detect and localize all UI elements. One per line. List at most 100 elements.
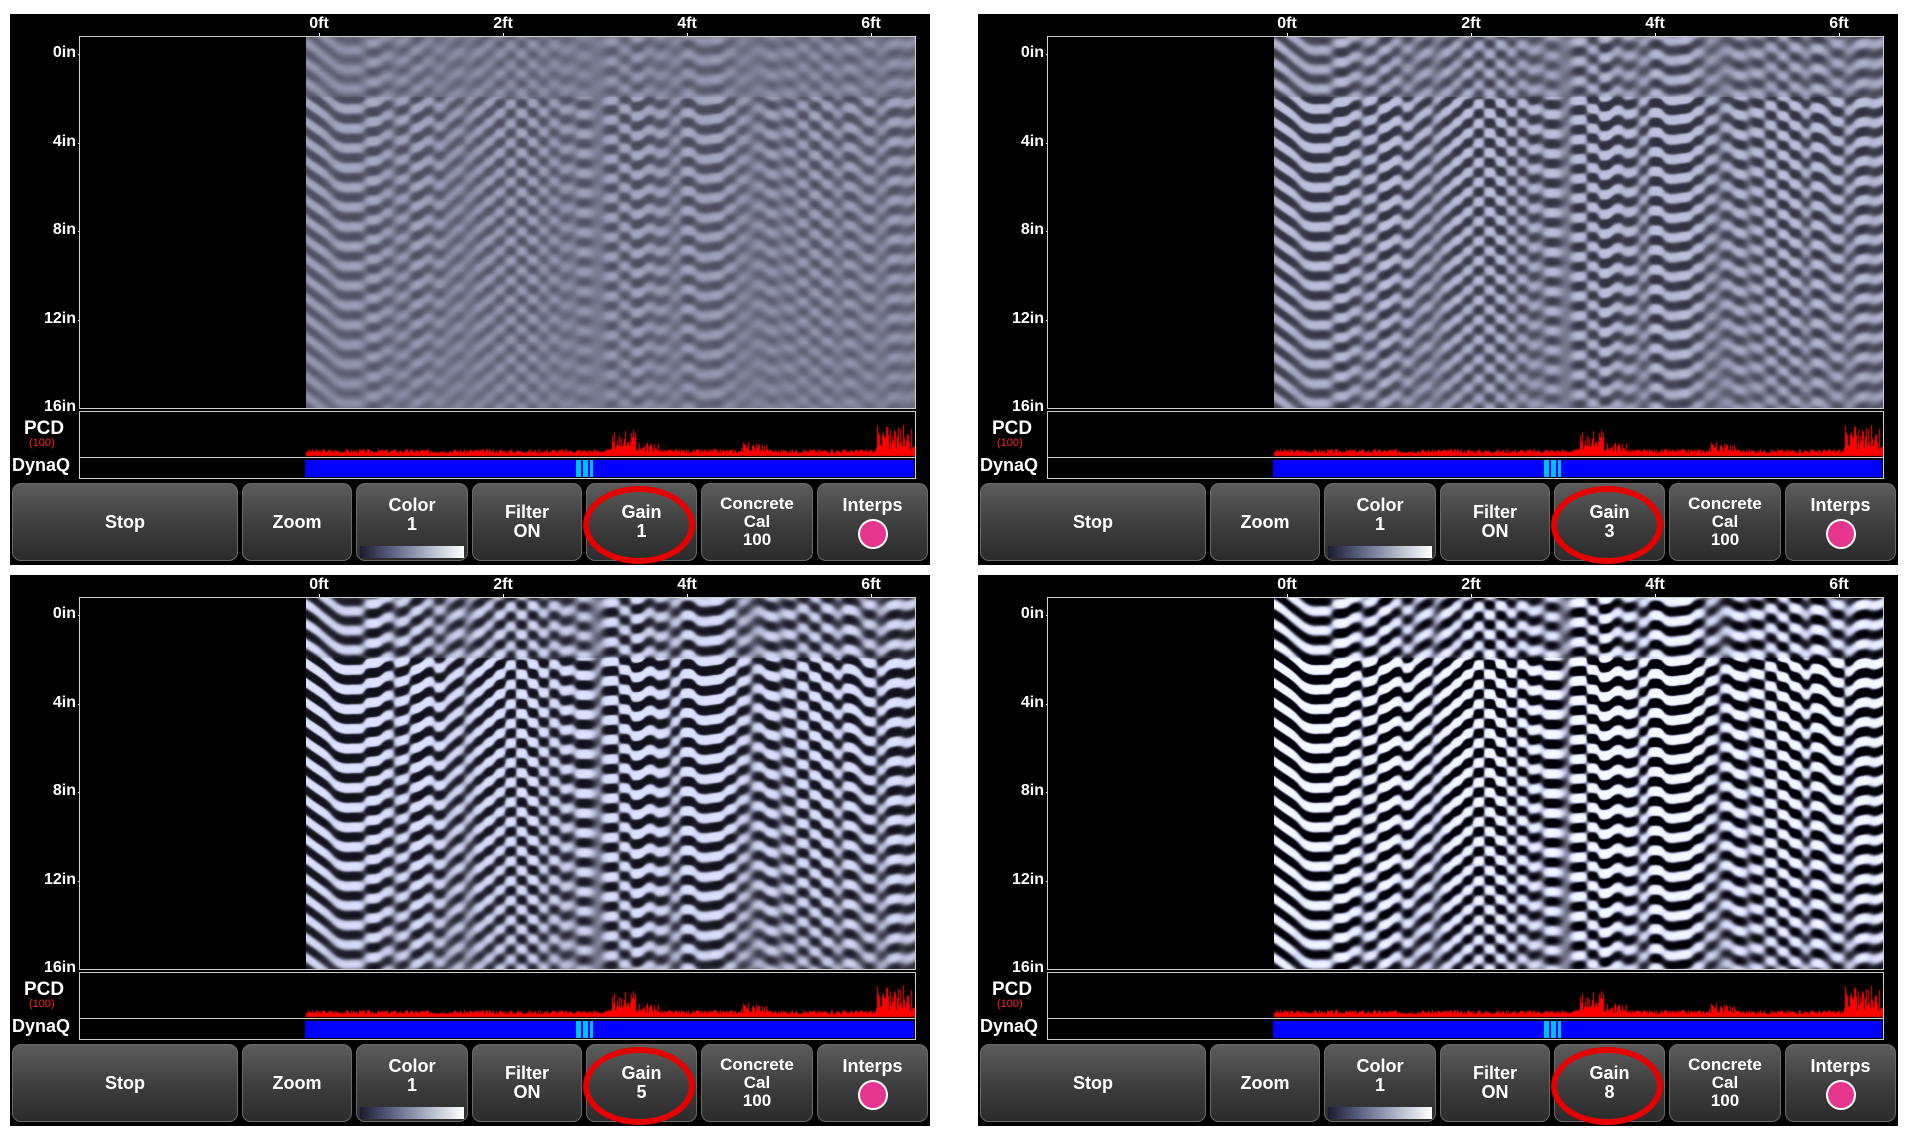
dynaq-marker xyxy=(583,460,588,477)
ruler-label-6ft: 6ft xyxy=(1829,576,1849,593)
dynaq-marker xyxy=(1558,1021,1561,1038)
color-button[interactable]: Color 1 xyxy=(1324,1044,1436,1122)
interps-button[interactable]: Interps xyxy=(1785,483,1896,561)
depth-label-12in: 12in xyxy=(43,871,76,888)
dynaq-marker xyxy=(1544,1021,1549,1038)
depth-label-4in: 4in xyxy=(1020,694,1044,711)
depth-label-4in: 4in xyxy=(1020,133,1044,150)
gain-value: 1 xyxy=(636,521,647,541)
concrete-cal-button[interactable]: Concrete Cal 100 xyxy=(701,483,813,561)
depth-label-16in: 16in xyxy=(43,959,76,976)
radargram-scan-image xyxy=(1274,598,1883,969)
radargram-plot[interactable] xyxy=(79,597,916,970)
depth-label-4in: 4in xyxy=(52,133,76,150)
dynaq-marker xyxy=(1558,460,1561,477)
filter-button[interactable]: Filter ON xyxy=(1440,483,1550,561)
pcd-strip xyxy=(1047,972,1884,1018)
dynaq-strip xyxy=(79,1018,916,1040)
concrete-cal-button[interactable]: Concrete Cal 100 xyxy=(1669,1044,1781,1122)
depth-label-16in: 16in xyxy=(43,398,76,415)
pcd-sub-label: (100) xyxy=(997,998,1023,1010)
radargram-plot[interactable] xyxy=(79,36,916,409)
pcd-bar-graph xyxy=(1048,973,1883,1018)
depth-label-16in: 16in xyxy=(1011,959,1044,976)
depth-label-8in: 8in xyxy=(52,221,76,238)
dynaq-marker xyxy=(1551,1021,1556,1038)
zoom-button[interactable]: Zoom xyxy=(242,1044,352,1122)
bottom-toolbar: Stop Zoom Color 1 Filter ON Gain 1 Concrete… xyxy=(10,481,930,565)
interps-button[interactable]: Interps xyxy=(817,483,928,561)
pcd-bar-graph xyxy=(1048,412,1883,457)
distance-ruler: 0ft 2ft 4ft 6ft xyxy=(10,575,930,603)
interps-indicator-dot xyxy=(1825,518,1856,549)
dynaq-label: DynaQ xyxy=(12,455,71,475)
ruler-label-6ft: 6ft xyxy=(861,576,881,593)
filter-button[interactable]: Filter ON xyxy=(1440,1044,1550,1122)
dynaq-strip xyxy=(79,457,916,479)
gain-value: 3 xyxy=(1604,521,1615,541)
gain-button[interactable]: Gain 5 xyxy=(586,1044,697,1122)
ruler-label-0ft: 0ft xyxy=(309,576,329,593)
dynaq-label: DynaQ xyxy=(980,455,1039,475)
radargram-plot[interactable] xyxy=(1047,36,1884,409)
depth-label-8in: 8in xyxy=(1020,221,1044,238)
stop-button[interactable]: Stop xyxy=(12,1044,238,1122)
stop-button[interactable]: Stop xyxy=(980,483,1206,561)
color-scale-bar xyxy=(1328,1107,1432,1119)
pcd-label: PCD xyxy=(24,418,65,439)
concrete-cal-button[interactable]: Concrete Cal 100 xyxy=(701,1044,813,1122)
dynaq-marker xyxy=(576,460,581,477)
bottom-toolbar: Stop Zoom Color 1 Filter ON Gain 8 Concrete… xyxy=(978,1042,1898,1126)
stop-button[interactable]: Stop xyxy=(980,1044,1206,1122)
ruler-label-6ft: 6ft xyxy=(1829,15,1849,32)
pcd-sub-label: (100) xyxy=(29,437,55,449)
zoom-button[interactable]: Zoom xyxy=(1210,1044,1320,1122)
ruler-label-0ft: 0ft xyxy=(309,15,329,32)
radargram-scan-image xyxy=(306,37,915,408)
pcd-label: PCD xyxy=(24,979,65,1000)
ruler-label-0ft: 0ft xyxy=(1277,15,1297,32)
pcd-bar-graph xyxy=(80,973,915,1018)
pcd-strip xyxy=(79,411,916,457)
gpr-screen-panel-3: 0ft 2ft 4ft 6ft 0in 4in 8in 12in 16in PC… xyxy=(10,575,930,1126)
gain-value: 5 xyxy=(636,1082,647,1102)
color-button[interactable]: Color 1 xyxy=(356,483,468,561)
ruler-label-2ft: 2ft xyxy=(493,15,513,32)
depth-label-0in: 0in xyxy=(52,44,76,61)
pcd-label: PCD xyxy=(992,418,1033,439)
depth-label-12in: 12in xyxy=(1011,310,1044,327)
radargram-plot[interactable] xyxy=(1047,597,1884,970)
concrete-cal-button[interactable]: Concrete Cal 100 xyxy=(1669,483,1781,561)
gain-button[interactable]: Gain 8 xyxy=(1554,1044,1665,1122)
distance-ruler: 0ft 2ft 4ft 6ft xyxy=(10,14,930,42)
depth-label-12in: 12in xyxy=(1011,871,1044,888)
ruler-label-4ft: 4ft xyxy=(1645,15,1665,32)
dynaq-marker xyxy=(583,1021,588,1038)
interps-indicator-dot xyxy=(857,1079,888,1110)
ruler-label-2ft: 2ft xyxy=(1461,576,1481,593)
gain-value: 8 xyxy=(1604,1082,1615,1102)
zoom-button[interactable]: Zoom xyxy=(242,483,352,561)
depth-label-8in: 8in xyxy=(1020,782,1044,799)
dynaq-label: DynaQ xyxy=(12,1016,71,1036)
pcd-sub-label: (100) xyxy=(29,998,55,1010)
color-button[interactable]: Color 1 xyxy=(1324,483,1436,561)
ruler-label-2ft: 2ft xyxy=(1461,15,1481,32)
interps-button[interactable]: Interps xyxy=(817,1044,928,1122)
gain-button[interactable]: Gain 3 xyxy=(1554,483,1665,561)
filter-button[interactable]: Filter ON xyxy=(472,1044,582,1122)
dynaq-marker xyxy=(576,1021,581,1038)
interps-button[interactable]: Interps xyxy=(1785,1044,1896,1122)
radargram-scan-image xyxy=(1274,37,1883,408)
stop-button[interactable]: Stop xyxy=(12,483,238,561)
gain-button[interactable]: Gain 1 xyxy=(586,483,697,561)
depth-label-0in: 0in xyxy=(52,605,76,622)
depth-label-0in: 0in xyxy=(1020,605,1044,622)
filter-button[interactable]: Filter ON xyxy=(472,483,582,561)
color-button[interactable]: Color 1 xyxy=(356,1044,468,1122)
ruler-label-2ft: 2ft xyxy=(493,576,513,593)
gpr-screen-panel-2: 0ft 2ft 4ft 6ft 0in 4in 8in 12in 16in PC… xyxy=(978,14,1898,565)
color-scale-bar xyxy=(360,546,464,558)
ruler-label-6ft: 6ft xyxy=(861,15,881,32)
zoom-button[interactable]: Zoom xyxy=(1210,483,1320,561)
